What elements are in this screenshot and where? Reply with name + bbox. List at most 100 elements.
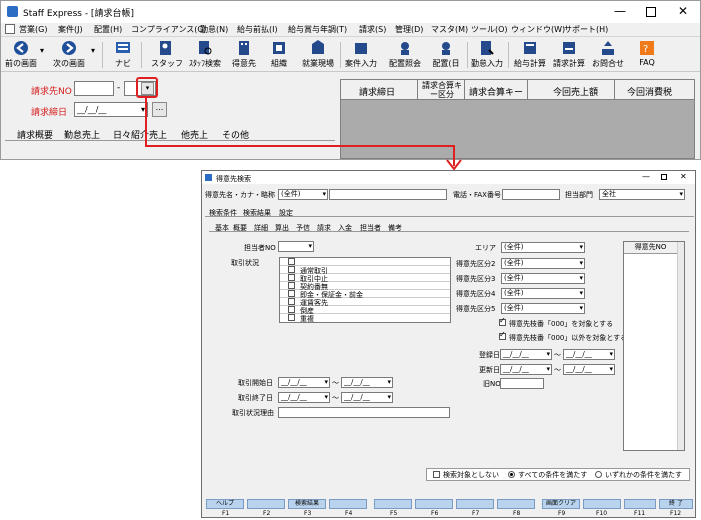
cond-any-label: いずれかの条件を満たす <box>605 471 682 479</box>
reg-date-label: 登録日 <box>479 351 500 359</box>
tilde: ～ <box>554 351 561 359</box>
checkbox[interactable] <box>288 258 295 265</box>
dialog-close-button[interactable]: ✕ <box>680 172 687 181</box>
fkey-label-f5: F5 <box>390 510 398 517</box>
fkey-label-f9: F9 <box>558 510 566 517</box>
tilde: ～ <box>332 394 339 402</box>
fkey-label-f12: F12 <box>670 510 682 517</box>
area-label: エリア <box>475 244 496 252</box>
tab-settings[interactable]: 設定 <box>279 208 293 218</box>
client-name-mode-select[interactable]: (全件) <box>278 189 328 200</box>
end-date-to[interactable]: __/__/__ <box>341 392 393 403</box>
f3-search-results-button[interactable]: 検索結果 <box>288 499 326 509</box>
class5-select[interactable]: (全件) <box>501 303 585 314</box>
fkey-label-f2: F2 <box>263 510 271 517</box>
result-scrollbar[interactable] <box>677 242 684 450</box>
dialog-title: 得意先検索 <box>216 175 251 183</box>
tilde: ～ <box>554 366 561 374</box>
dialog-minimize-button[interactable]: — <box>642 172 650 181</box>
cond-any-radio[interactable] <box>595 471 602 478</box>
phone-input[interactable] <box>502 189 560 200</box>
list-item[interactable]: 通常取引 <box>280 266 450 275</box>
list-item[interactable]: 倒産 <box>280 306 450 315</box>
connector-arrow <box>145 97 462 171</box>
cond-none-checkbox[interactable] <box>433 471 440 478</box>
f8-button[interactable] <box>497 499 535 509</box>
dept-select[interactable]: 全社 <box>599 189 685 200</box>
dept-label: 担当部門 <box>565 191 593 199</box>
tab-search-conditions[interactable]: 検索条件 <box>209 208 237 218</box>
fkey-label-f4: F4 <box>345 510 353 517</box>
upd-date-from[interactable]: __/__/__ <box>500 364 552 375</box>
area-select[interactable]: (全件) <box>501 242 585 253</box>
f4-button[interactable] <box>329 499 367 509</box>
class3-select[interactable]: (全件) <box>501 273 585 284</box>
subtab-staff[interactable]: 担当者 <box>360 223 381 233</box>
radio-dot <box>510 473 513 476</box>
reg-date-to[interactable]: __/__/__ <box>563 349 615 360</box>
checkbox[interactable] <box>288 274 295 281</box>
fkey-label-f6: F6 <box>431 510 439 517</box>
f9-clear-button[interactable]: 画面クリア <box>542 499 580 509</box>
dialog-icon <box>205 174 212 181</box>
end-date-from[interactable]: __/__/__ <box>278 392 330 403</box>
phone-label: 電話・FAX番号 <box>453 191 501 199</box>
fkey-label-f10: F10 <box>596 510 608 517</box>
result-list: 得意先NO <box>623 241 685 451</box>
class2-select[interactable]: (全件) <box>501 258 585 269</box>
subtab-basic[interactable]: 基本 <box>215 223 229 233</box>
f1-help-button[interactable]: ヘルプ <box>206 499 244 509</box>
subtab-billing[interactable]: 請求 <box>317 223 331 233</box>
reason-input[interactable] <box>278 407 450 418</box>
list-item[interactable] <box>280 258 450 266</box>
upd-date-label: 更新日 <box>479 366 500 374</box>
checkmark-icon: ✓ <box>499 316 506 325</box>
staff-no-label: 担当者NO <box>244 244 276 252</box>
start-date-to[interactable]: __/__/__ <box>341 377 393 388</box>
f2-button[interactable] <box>247 499 285 509</box>
client-name-input[interactable] <box>329 189 447 200</box>
checkbox[interactable] <box>288 282 295 289</box>
f12-exit-button[interactable]: 終 了 <box>659 499 693 509</box>
f10-button[interactable] <box>583 499 621 509</box>
upd-date-to[interactable]: __/__/__ <box>563 364 615 375</box>
list-item[interactable]: 重複 <box>280 314 450 323</box>
tilde: ～ <box>332 379 339 387</box>
checkbox[interactable] <box>288 290 295 297</box>
subtab-detail[interactable]: 詳細 <box>254 223 268 233</box>
list-item[interactable]: 即金・保証金・前金 <box>280 290 450 299</box>
f11-button[interactable] <box>624 499 656 509</box>
fkey-label-f11: F11 <box>634 510 646 517</box>
cond-all-label: すべての条件を満たす <box>518 471 588 479</box>
checkbox[interactable] <box>288 266 295 273</box>
f7-button[interactable] <box>456 499 494 509</box>
dialog-maximize-button[interactable] <box>661 174 667 180</box>
class5-label: 得意先区分5 <box>456 305 496 313</box>
cond-all-radio[interactable] <box>508 471 515 478</box>
subtab-credit[interactable]: 予信 <box>296 223 310 233</box>
subtab-calc[interactable]: 算出 <box>275 223 289 233</box>
staff-no-select[interactable] <box>278 241 314 252</box>
fkey-label-f1: F1 <box>222 510 230 517</box>
client-search-dialog: 得意先検索 — ✕ 得意先名・カナ・略称 (全件) 電話・FAX番号 担当部門 … <box>201 170 696 518</box>
old-no-input[interactable] <box>500 378 544 389</box>
f6-button[interactable] <box>415 499 453 509</box>
checkbox[interactable] <box>288 298 295 305</box>
list-item[interactable]: 取引中止 <box>280 274 450 283</box>
tab-search-results[interactable]: 検索結果 <box>243 208 271 218</box>
fkey-label-f7: F7 <box>472 510 480 517</box>
checkbox[interactable] <box>288 314 295 321</box>
subtab-notes[interactable]: 備考 <box>388 223 402 233</box>
class4-select[interactable]: (全件) <box>501 288 585 299</box>
status-label: 取引状況 <box>231 259 259 267</box>
start-date-from[interactable]: __/__/__ <box>278 377 330 388</box>
subtab-summary[interactable]: 概要 <box>233 223 247 233</box>
checkbox[interactable] <box>288 306 295 313</box>
start-date-label: 取引開始日 <box>238 379 273 387</box>
list-item[interactable]: 契約番無 <box>280 282 450 291</box>
reg-date-from[interactable]: __/__/__ <box>500 349 552 360</box>
end-date-label: 取引終了日 <box>238 394 273 402</box>
subtab-payment[interactable]: 入金 <box>338 223 352 233</box>
list-item[interactable]: 運賃客先 <box>280 298 450 307</box>
f5-button[interactable] <box>374 499 412 509</box>
